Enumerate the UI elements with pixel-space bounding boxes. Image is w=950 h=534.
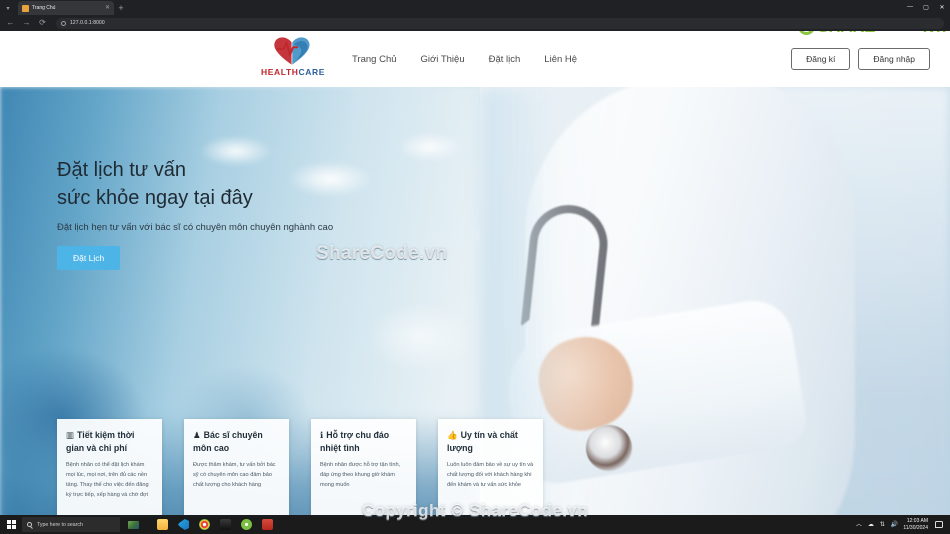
windows-taskbar: Type here to search ︿ ☁ ⇅ 🔊 12:03 AM 11/…	[0, 515, 950, 534]
browser-toolbar: ← → ⟳ 127.0.0.1:8000	[0, 15, 950, 31]
feature-cards: ▥ Tiết kiệm thời gian và chi phí Bệnh nhâ…	[57, 419, 565, 515]
info-icon: ℹ	[320, 430, 324, 440]
volume-icon[interactable]: 🔊	[891, 522, 898, 528]
card-title-text: Bác sĩ chuyên môn cao	[193, 430, 263, 453]
browser-tab[interactable]: Trang Chủ ✕	[18, 1, 114, 15]
main-nav: Trang Chủ Giới Thiệu Đặt lịch Liên Hệ	[352, 31, 577, 87]
feature-card[interactable]: ▥ Tiết kiệm thời gian và chi phí Bệnh nhâ…	[57, 419, 162, 515]
card-title-text: Tiết kiệm thời gian và chi phí	[66, 430, 135, 453]
site-info-icon[interactable]	[61, 20, 66, 26]
card-body: Bệnh nhân được hỗ trợ tận tình, đáp ứng …	[320, 461, 401, 488]
calendar-icon: ▥	[66, 430, 75, 440]
book-appointment-button[interactable]: Đặt Lịch	[57, 245, 121, 270]
taskbar-tray-area: ︿ ☁ ⇅ 🔊 12:03 AM 11/30/2024	[856, 515, 950, 534]
user-doctor-icon: ♟	[193, 430, 201, 440]
hero-title: Đặt lịch tư vấn sức khỏe ngay tại đây	[57, 156, 333, 213]
feature-card[interactable]: ℹ Hỗ trợ chu đáo nhiệt tình Bệnh nhân đượ…	[311, 419, 416, 515]
browser-tabstrip: ▾ Trang Chủ ✕ + — ▢ ✕	[0, 0, 950, 15]
feature-card[interactable]: ♟ Bác sĩ chuyên môn cao Được thăm khám, t…	[184, 419, 289, 515]
card-title: 👍 Uy tín và chất lượng	[447, 429, 534, 454]
reload-icon[interactable]: ⟳	[38, 19, 47, 27]
hero-title-line2: sức khỏe ngay tại đây	[57, 187, 253, 210]
screen: ▾ Trang Chủ ✕ + — ▢ ✕ ← → ⟳ 127.0.0.1:80…	[0, 0, 950, 534]
notification-center-icon[interactable]	[933, 515, 945, 534]
nav-item-about[interactable]: Giới Thiệu	[421, 54, 465, 65]
card-title: ♟ Bác sĩ chuyên môn cao	[193, 429, 280, 454]
maximize-button[interactable]: ▢	[918, 0, 934, 14]
task-view-icon[interactable]	[120, 515, 146, 534]
thumbs-up-icon: 👍	[447, 430, 458, 440]
card-body: Bệnh nhân có thể đặt lịch khám mọi lúc, …	[66, 461, 149, 498]
logo-wordmark: HEALTHCARE	[261, 67, 325, 77]
hero-section: Đặt lịch tư vấn sức khỏe ngay tại đây Đặ…	[0, 87, 950, 534]
window-controls: — ▢ ✕	[902, 0, 950, 14]
logo-care-text: CARE	[298, 67, 325, 77]
terminal-icon[interactable]	[215, 515, 236, 534]
nav-item-contact[interactable]: Liên Hệ	[544, 54, 577, 65]
nav-item-booking[interactable]: Đặt lịch	[489, 54, 521, 65]
logo-health-text: HEALTH	[261, 67, 299, 77]
feature-card[interactable]: 👍 Uy tín và chất lượng Luôn luôn đảm bảo …	[438, 419, 543, 515]
hero-copy: Đặt lịch tư vấn sức khỏe ngay tại đây Đặ…	[57, 156, 333, 270]
card-title: ℹ Hỗ trợ chu đáo nhiệt tình	[320, 429, 407, 454]
file-explorer-icon[interactable]	[152, 515, 173, 534]
nav-item-home[interactable]: Trang Chủ	[352, 54, 397, 65]
taskbar-apps	[152, 515, 278, 534]
vscode-icon[interactable]	[173, 515, 194, 534]
hero-title-line1: Đặt lịch tư vấn	[57, 159, 186, 181]
register-button[interactable]: Đăng kí	[791, 48, 851, 70]
browser-chrome: ▾ Trang Chủ ✕ + — ▢ ✕ ← → ⟳ 127.0.0.1:80…	[0, 0, 950, 31]
card-title-text: Hỗ trợ chu đáo nhiệt tình	[320, 430, 390, 453]
clock-date: 11/30/2024	[903, 524, 928, 531]
card-title: ▥ Tiết kiệm thời gian và chi phí	[66, 429, 153, 454]
plus-icon[interactable]: +	[114, 1, 128, 15]
site-logo[interactable]: HEALTHCARE	[261, 33, 325, 85]
card-body: Được thăm khám, tư vấn bởi bác sỹ có chu…	[193, 461, 276, 488]
tab-title: Trang Chủ	[32, 5, 56, 11]
close-window-button[interactable]: ✕	[934, 0, 950, 14]
search-placeholder: Type here to search	[37, 521, 83, 528]
auth-buttons: Đăng kí Đăng nhập	[791, 31, 930, 87]
card-body: Luôn luôn đảm bảo về sự uy tín và chất l…	[447, 461, 534, 488]
back-icon[interactable]: ←	[6, 19, 15, 27]
green-app-icon[interactable]	[236, 515, 257, 534]
address-bar[interactable]: 127.0.0.1:8000	[56, 17, 944, 29]
show-hidden-icons-chevron[interactable]: ︿	[856, 522, 862, 528]
close-icon[interactable]: ✕	[105, 5, 110, 11]
search-input[interactable]: Type here to search	[22, 517, 120, 532]
web-page: HEALTHCARE Trang Chủ Giới Thiệu Đặt lịch…	[0, 31, 950, 534]
chrome-icon[interactable]	[194, 515, 215, 534]
address-bar-url: 127.0.0.1:8000	[70, 20, 105, 26]
windows-start-icon[interactable]	[0, 515, 22, 534]
tab-list-icon[interactable]: ▾	[0, 2, 16, 15]
minimize-button[interactable]: —	[902, 0, 918, 14]
site-header: HEALTHCARE Trang Chủ Giới Thiệu Đặt lịch…	[0, 31, 950, 87]
search-icon	[27, 522, 32, 527]
network-icon[interactable]: ⇅	[880, 522, 885, 528]
forward-icon[interactable]: →	[22, 19, 31, 27]
cloud-icon[interactable]: ☁	[868, 522, 874, 528]
system-tray: ︿ ☁ ⇅ 🔊	[856, 522, 899, 528]
heart-hand-icon	[270, 33, 316, 66]
tab-favicon	[22, 4, 29, 12]
hero-subtitle: Đặt lịch hẹn tư vấn với bác sĩ có chuyên…	[57, 221, 334, 233]
red-app-icon[interactable]	[257, 515, 278, 534]
taskbar-clock[interactable]: 12:03 AM 11/30/2024	[903, 518, 928, 531]
login-button[interactable]: Đăng nhập	[858, 48, 930, 70]
